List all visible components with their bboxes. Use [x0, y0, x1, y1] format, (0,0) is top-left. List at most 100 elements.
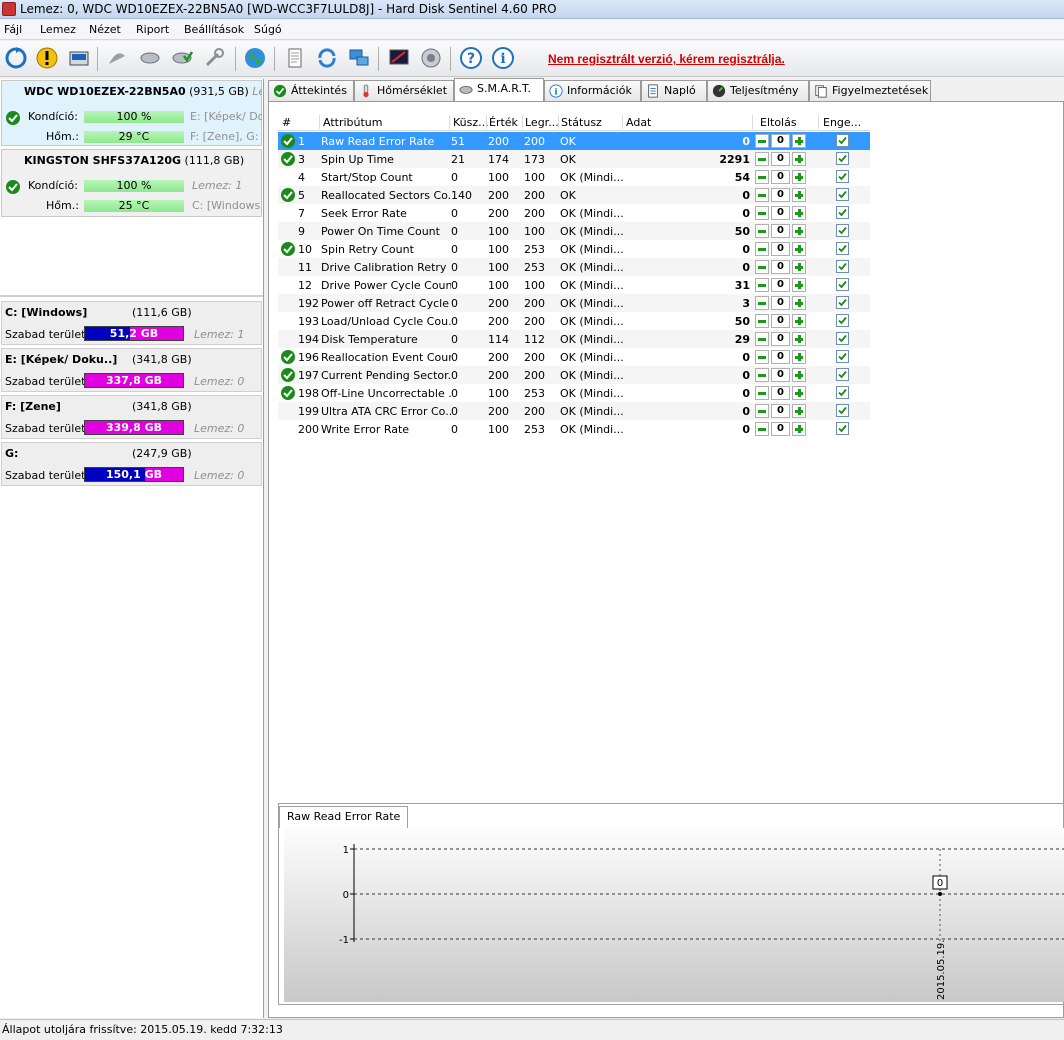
offset-decrease-button[interactable] — [755, 386, 769, 400]
offset-decrease-button[interactable] — [755, 170, 769, 184]
offset-increase-button[interactable] — [792, 386, 806, 400]
offset-value[interactable]: 0 — [771, 314, 790, 328]
offset-increase-button[interactable] — [792, 188, 806, 202]
offset-value[interactable]: 0 — [771, 242, 790, 256]
refresh-icon[interactable] — [3, 45, 29, 71]
offset-value[interactable]: 0 — [771, 386, 790, 400]
col-attribute[interactable]: Attribútum — [323, 116, 383, 129]
table-row[interactable]: 197 Current Pending Sector... 0 200 200 OK (M… — [278, 366, 870, 384]
menu-file[interactable]: Fájl — [4, 23, 22, 36]
table-row[interactable]: 1 Raw Read Error Rate 51 200 200 OK 0 0 — [278, 132, 870, 150]
table-row[interactable]: 200 Write Error Rate 0 100 253 OK (Mindi... 0 0 — [278, 420, 870, 438]
table-row[interactable]: 4 Start/Stop Count 0 100 100 OK (Mindi... 54 0 — [278, 168, 870, 186]
sync-icon[interactable] — [314, 45, 340, 71]
offset-increase-button[interactable] — [792, 206, 806, 220]
offset-decrease-button[interactable] — [755, 206, 769, 220]
col-offset[interactable]: Eltolás — [760, 116, 797, 129]
col-data[interactable]: Adat — [626, 116, 651, 129]
enabled-checkbox[interactable] — [836, 206, 849, 219]
enabled-checkbox[interactable] — [836, 224, 849, 237]
col-status[interactable]: Státusz — [561, 116, 602, 129]
enabled-checkbox[interactable] — [836, 242, 849, 255]
offset-value[interactable]: 0 — [771, 170, 790, 184]
table-row[interactable]: 198 Off-Line Uncorrectable ... 0 100 253 OK (… — [278, 384, 870, 402]
performance-icon[interactable] — [386, 45, 412, 71]
test-icon[interactable] — [137, 45, 163, 71]
col-value[interactable]: Érték — [489, 116, 518, 129]
offset-decrease-button[interactable] — [755, 332, 769, 346]
enabled-checkbox[interactable] — [836, 296, 849, 309]
enabled-checkbox[interactable] — [836, 386, 849, 399]
offset-increase-button[interactable] — [792, 422, 806, 436]
table-row[interactable]: 199 Ultra ATA CRC Error Co... 0 200 200 OK (M… — [278, 402, 870, 420]
enabled-checkbox[interactable] — [836, 170, 849, 183]
offset-decrease-button[interactable] — [755, 242, 769, 256]
offset-value[interactable]: 0 — [771, 152, 790, 166]
disk-card-1[interactable]: KINGSTON SHFS37A120G (111,8 GB) Kondíció… — [1, 149, 262, 217]
offset-increase-button[interactable] — [792, 242, 806, 256]
table-row[interactable]: 196 Reallocation Event Count 0 200 200 OK (Mi… — [278, 348, 870, 366]
offset-value[interactable]: 0 — [771, 296, 790, 310]
offset-increase-button[interactable] — [792, 368, 806, 382]
offset-increase-button[interactable] — [792, 296, 806, 310]
offset-value[interactable]: 0 — [771, 368, 790, 382]
chart-tab[interactable]: Raw Read Error Rate — [279, 806, 409, 828]
col-worst[interactable]: Legr... — [525, 116, 559, 129]
offset-decrease-button[interactable] — [755, 260, 769, 274]
offset-value[interactable]: 0 — [771, 278, 790, 292]
help-icon[interactable]: ? — [458, 45, 484, 71]
offset-increase-button[interactable] — [792, 278, 806, 292]
offset-decrease-button[interactable] — [755, 152, 769, 166]
offset-increase-button[interactable] — [792, 224, 806, 238]
warning-icon[interactable] — [34, 45, 60, 71]
table-row[interactable]: 3 Spin Up Time 21 174 173 OK 2291 0 — [278, 150, 870, 168]
menu-report[interactable]: Riport — [136, 23, 169, 36]
offset-decrease-button[interactable] — [755, 350, 769, 364]
report-icon[interactable] — [282, 45, 308, 71]
enabled-checkbox[interactable] — [836, 188, 849, 201]
disk-card-0[interactable]: WDC WD10EZEX-22BN5A0 (931,5 GB) Leme Kon… — [1, 80, 262, 146]
volume-card-e[interactable]: E: [Képek/ Doku..] (341,8 GB) Szabad ter… — [1, 348, 262, 392]
offset-value[interactable]: 0 — [771, 332, 790, 346]
tab-information[interactable]: i Információk — [544, 80, 641, 101]
menu-help[interactable]: Súgó — [254, 23, 282, 36]
offset-value[interactable]: 0 — [771, 260, 790, 274]
col-threshold[interactable]: Küsz... — [453, 116, 489, 129]
offset-decrease-button[interactable] — [755, 296, 769, 310]
enabled-checkbox[interactable] — [836, 422, 849, 435]
tab-performance[interactable]: Teljesítmény — [707, 80, 809, 101]
offset-increase-button[interactable] — [792, 314, 806, 328]
tab-overview[interactable]: Áttekintés — [268, 80, 354, 101]
offset-value[interactable]: 0 — [771, 404, 790, 418]
tab-alerts[interactable]: Figyelmeztetések — [809, 80, 931, 101]
offset-decrease-button[interactable] — [755, 368, 769, 382]
offset-increase-button[interactable] — [792, 404, 806, 418]
offset-increase-button[interactable] — [792, 260, 806, 274]
network-icon[interactable] — [346, 45, 372, 71]
offset-decrease-button[interactable] — [755, 224, 769, 238]
table-row[interactable]: 9 Power On Time Count 0 100 100 OK (Mindi... 5… — [278, 222, 870, 240]
table-row[interactable]: 7 Seek Error Rate 0 200 200 OK (Mindi... 0 0 — [278, 204, 870, 222]
offset-increase-button[interactable] — [792, 134, 806, 148]
info-icon[interactable]: i — [490, 45, 516, 71]
globe-icon[interactable] — [242, 45, 268, 71]
col-num[interactable]: # — [282, 116, 291, 129]
offset-increase-button[interactable] — [792, 350, 806, 364]
enabled-checkbox[interactable] — [836, 314, 849, 327]
tab-smart[interactable]: S.M.A.R.T. — [454, 78, 544, 102]
offset-value[interactable]: 0 — [771, 206, 790, 220]
offset-decrease-button[interactable] — [755, 134, 769, 148]
register-link[interactable]: Nem regisztrált verzió, kérem regisztrál… — [548, 52, 785, 66]
enabled-checkbox[interactable] — [836, 368, 849, 381]
enabled-checkbox[interactable] — [836, 260, 849, 273]
offset-decrease-button[interactable] — [755, 188, 769, 202]
table-row[interactable]: 192 Power off Retract Cycle ... 0 200 200 OK … — [278, 294, 870, 312]
table-row[interactable]: 12 Drive Power Cycle Count 0 100 100 OK (Mind… — [278, 276, 870, 294]
table-row[interactable]: 193 Load/Unload Cycle Cou... 0 200 200 OK (Mi… — [278, 312, 870, 330]
offset-decrease-button[interactable] — [755, 422, 769, 436]
menu-settings[interactable]: Beállítások — [184, 23, 244, 36]
offset-value[interactable]: 0 — [771, 422, 790, 436]
menu-disk[interactable]: Lemez — [40, 23, 76, 36]
satellite-icon[interactable] — [104, 45, 130, 71]
enabled-checkbox[interactable] — [836, 152, 849, 165]
